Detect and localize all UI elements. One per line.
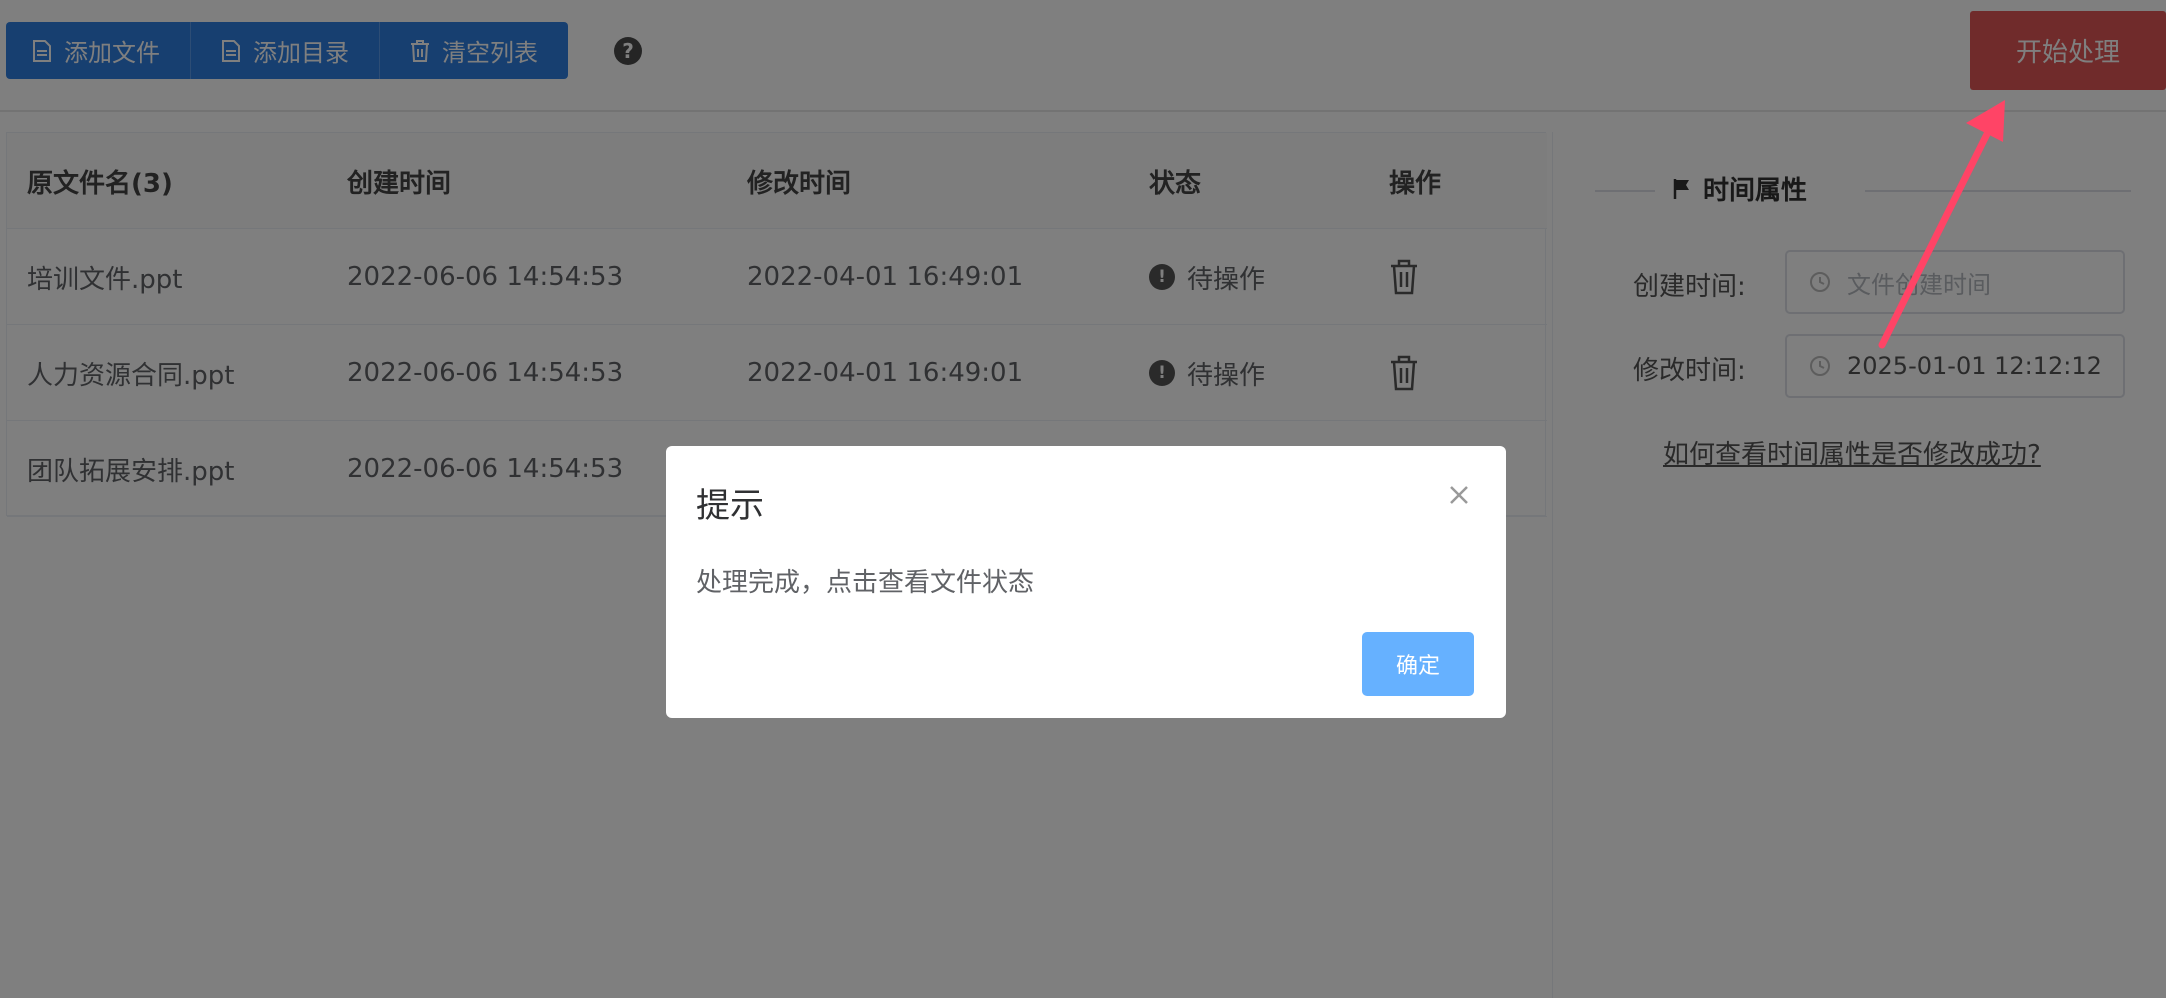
dialog-title: 提示 (696, 486, 764, 526)
dialog-message: 处理完成，点击查看文件状态 (696, 568, 1035, 598)
message-dialog: 提示 处理完成，点击查看文件状态 确定 (666, 446, 1506, 718)
confirm-button[interactable]: 确定 (1362, 632, 1474, 696)
close-icon[interactable] (1444, 480, 1474, 510)
